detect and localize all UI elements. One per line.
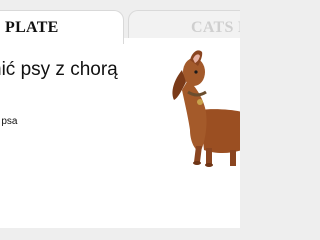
dachshund-dog-image [172, 50, 240, 167]
hero-link[interactable]: a psa [0, 116, 120, 127]
tab-plate[interactable]: PLATE [0, 10, 124, 44]
app-viewport: PLATE CATS P nić psy z chorą a psa [0, 0, 240, 240]
tab-plate-label: PLATE [5, 18, 59, 36]
tab-cats-label: CATS P [191, 18, 240, 36]
